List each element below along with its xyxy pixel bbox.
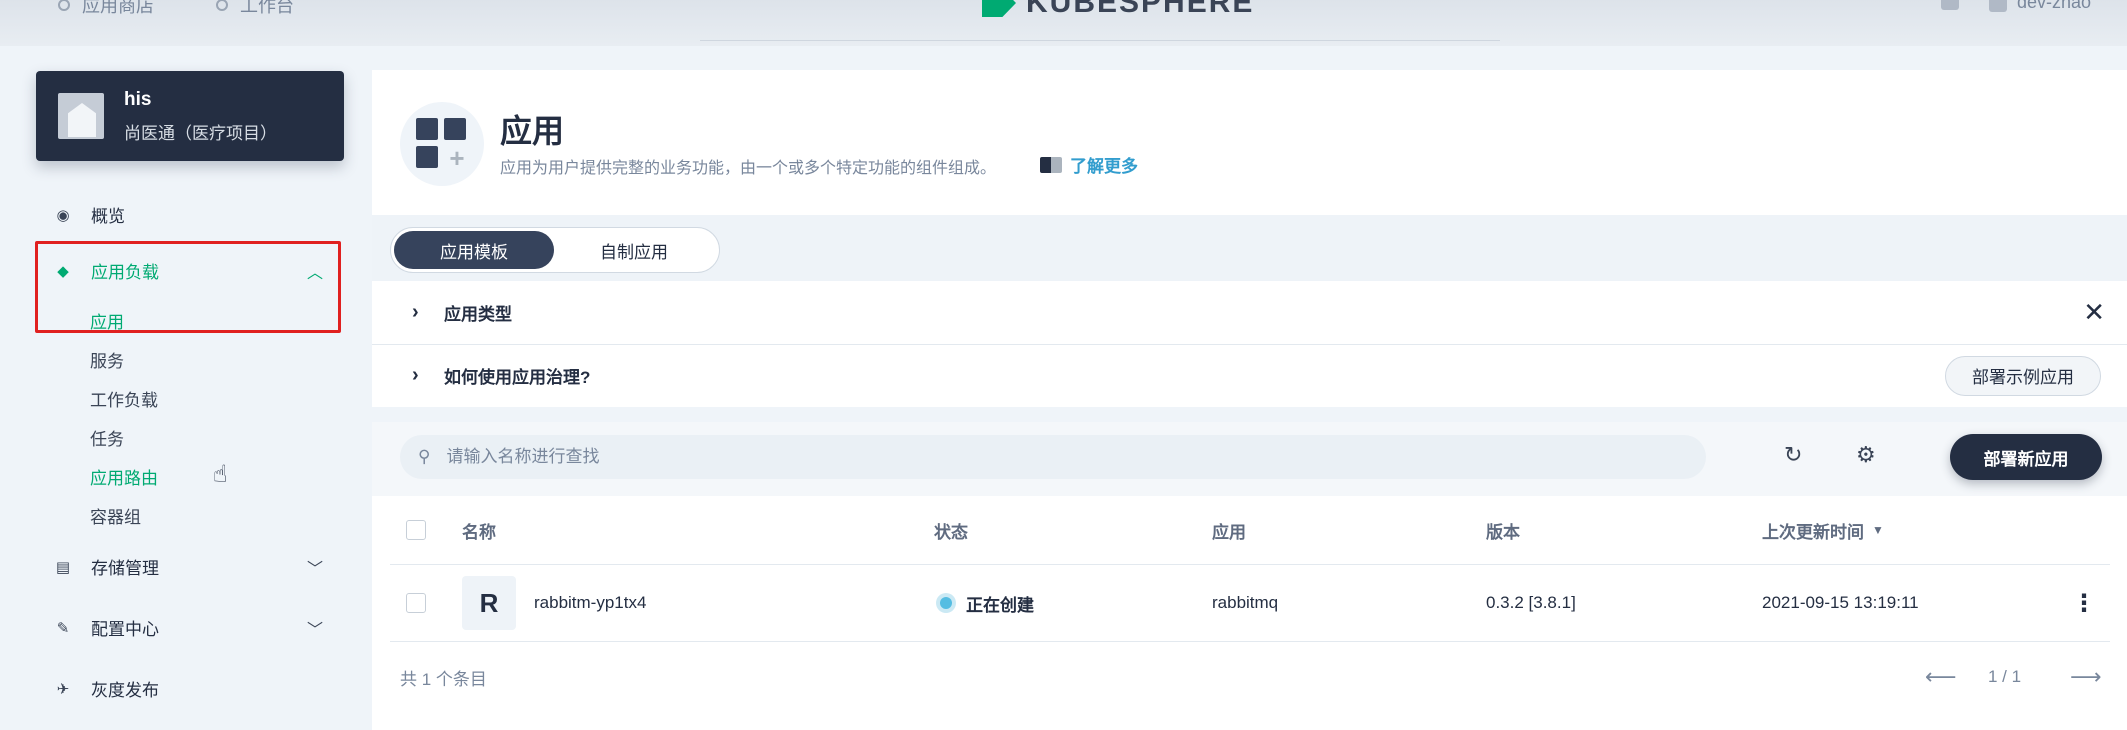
sort-down-icon: ▼: [1872, 523, 1884, 537]
tab-composed-apps[interactable]: 自制应用: [554, 231, 714, 269]
sidebar-item-config[interactable]: ✎ 配置中心 ﹀: [55, 615, 335, 640]
notification-icon[interactable]: [1940, 0, 1959, 10]
nav-workbench[interactable]: 工作台: [216, 0, 294, 18]
refresh-icon[interactable]: ↻: [1784, 442, 1802, 468]
learn-more-link[interactable]: 了解更多: [1040, 152, 1138, 177]
kubesphere-logo[interactable]: KUBESPHERE: [982, 0, 1254, 20]
updated-value: 2021-09-15 13:19:11: [1762, 593, 1919, 612]
page-indicator: 1 / 1: [1988, 667, 2022, 686]
storage-icon: ▤: [55, 558, 71, 576]
hand-cursor-icon: ☝: [213, 461, 228, 488]
status-dot-icon: [940, 597, 952, 609]
tab-group: 应用模板 自制应用: [390, 227, 720, 273]
column-status: 状态: [934, 522, 968, 542]
chevron-right-icon: ›: [412, 364, 419, 386]
arrow-right-icon[interactable]: ⟶: [2070, 664, 2102, 690]
table-footer: 共 1 个条目 ⟵ 1 / 1 ⟶: [372, 652, 2127, 702]
app-avatar: R: [462, 576, 516, 630]
sidebar-subitem-workloads[interactable]: 工作负载: [90, 386, 158, 411]
wrench-icon: ✎: [56, 619, 70, 637]
workspace-icon: [58, 93, 104, 139]
tab-app-templates[interactable]: 应用模板: [394, 231, 554, 269]
total-count: 共 1 个条目: [400, 669, 487, 689]
app-store-icon: [58, 0, 70, 11]
search-box[interactable]: ⚲: [400, 435, 1706, 479]
sidebar-subitem-services[interactable]: 服务: [90, 347, 124, 372]
search-input[interactable]: [446, 447, 1647, 467]
page-header: + 应用 应用为用户提供完整的业务功能，由一个或多个特定功能的组件组成。 了解更…: [372, 70, 2127, 215]
top-bar: 应用商店 工作台 KUBESPHERE dev-zhao: [0, 0, 2127, 46]
column-name: 名称: [462, 522, 496, 542]
page-description: 应用为用户提供完整的业务功能，由一个或多个特定功能的组件组成。: [500, 160, 997, 177]
user-menu[interactable]: dev-zhao: [1988, 0, 2091, 13]
logo-mark-icon: [982, 0, 1016, 17]
workspace-description: 尚医通（医疗项目）: [124, 124, 277, 143]
table-row[interactable]: R rabbitm-yp1tx4 正在创建 rabbitmq 0.3.2 [3.…: [390, 564, 2110, 642]
arrow-left-icon[interactable]: ⟵: [1925, 664, 1957, 690]
dashboard-icon: ◉: [56, 206, 70, 224]
column-app: 应用: [1212, 522, 1246, 542]
app-list: ⚲ ↻ ⚙ 部署新应用 名称 状态 应用 版本 上次更新时间 ▼ R rabbi…: [372, 422, 2127, 730]
close-icon[interactable]: ✕: [2083, 297, 2105, 328]
workbench-icon: [216, 0, 228, 11]
page-title: 应用: [500, 113, 565, 149]
column-updated[interactable]: 上次更新时间 ▼: [1762, 518, 1884, 543]
workspace-name: his: [124, 89, 152, 110]
gear-icon[interactable]: ⚙: [1856, 442, 1876, 468]
sidebar-item-storage[interactable]: ▤ 存储管理 ﹀: [55, 554, 335, 579]
how-to-use-row[interactable]: › 如何使用应用治理? 部署示例应用: [372, 344, 2127, 406]
select-all-checkbox[interactable]: [406, 520, 426, 540]
row-checkbox[interactable]: [406, 593, 426, 613]
more-options-icon[interactable]: ⋮: [2072, 589, 2096, 618]
chevron-down-icon: ﹀: [307, 621, 324, 639]
user-area[interactable]: dev-zhao: [1940, 0, 2091, 13]
bird-icon: ✈: [56, 680, 70, 698]
nav-app-store[interactable]: 应用商店: [58, 0, 154, 18]
table-header: 名称 状态 应用 版本 上次更新时间 ▼: [372, 498, 2127, 562]
app-grid-icon: +: [400, 102, 484, 186]
chevron-right-icon: ›: [412, 300, 419, 323]
sidebar-subitem-jobs[interactable]: 任务: [90, 425, 124, 450]
book-icon: [1040, 156, 1062, 173]
search-icon: ⚲: [418, 447, 431, 466]
column-version: 版本: [1486, 522, 1520, 542]
list-toolbar: ⚲ ↻ ⚙ 部署新应用: [372, 422, 2127, 496]
top-divider: [700, 40, 1500, 41]
deploy-sample-button[interactable]: 部署示例应用: [1945, 355, 2101, 396]
user-icon: [1988, 0, 2007, 12]
deploy-new-app-button[interactable]: 部署新应用: [1950, 434, 2102, 480]
highlight-box: [35, 241, 341, 333]
status-badge: 正在创建: [940, 591, 1034, 616]
tab-bar: 应用模板 自制应用: [372, 215, 2127, 281]
sidebar-subitem-pods[interactable]: 容器组: [90, 503, 141, 528]
sidebar-item-grayscale-release[interactable]: ✈ 灰度发布: [55, 676, 159, 701]
app-value: rabbitmq: [1212, 593, 1279, 612]
sidebar-item-overview[interactable]: ◉ 概览: [55, 202, 125, 227]
app-types-row[interactable]: › 应用类型 ✕: [372, 281, 2127, 343]
workspace-card[interactable]: his 尚医通（医疗项目）: [36, 71, 344, 161]
sidebar-subitem-ingress[interactable]: 应用路由: [90, 464, 158, 489]
version-value: 0.3.2 [3.8.1]: [1486, 593, 1576, 612]
info-card: › 应用类型 ✕ › 如何使用应用治理? 部署示例应用: [372, 281, 2127, 407]
sidebar: his 尚医通（医疗项目） ◉ 概览 ◆ 应用负载 ︿ 应用 服务 工作负载 任…: [0, 46, 370, 730]
app-name-link[interactable]: rabbitm-yp1tx4: [534, 593, 646, 613]
chevron-down-icon: ﹀: [307, 560, 324, 578]
